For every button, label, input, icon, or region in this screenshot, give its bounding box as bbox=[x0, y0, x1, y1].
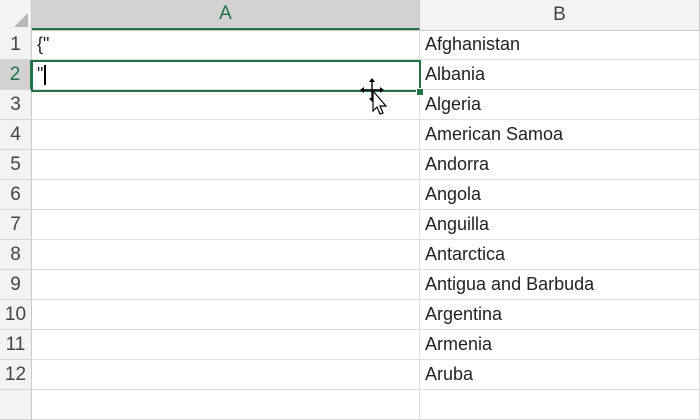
select-all-triangle-icon bbox=[14, 13, 28, 27]
column-header-bar: A B bbox=[0, 0, 700, 31]
cell-a11[interactable] bbox=[32, 330, 420, 360]
fill-handle[interactable] bbox=[416, 88, 424, 96]
row-header-6[interactable]: 6 bbox=[0, 180, 32, 210]
spreadsheet-grid[interactable]: A B 1 {" Afghanistan 2 " Albania 3 Alger… bbox=[0, 0, 700, 420]
cell-a7[interactable] bbox=[32, 210, 420, 240]
cell-b13[interactable] bbox=[420, 390, 700, 420]
row-header-3[interactable]: 3 bbox=[0, 90, 32, 120]
cell-b9[interactable]: Antigua and Barbuda bbox=[420, 270, 700, 300]
cell-b12[interactable]: Aruba bbox=[420, 360, 700, 390]
cell-b1[interactable]: Afghanistan bbox=[420, 30, 700, 60]
cell-a13[interactable] bbox=[32, 390, 420, 420]
cell-a6[interactable] bbox=[32, 180, 420, 210]
cell-a1[interactable]: {" bbox=[32, 30, 420, 60]
cell-b6[interactable]: Angola bbox=[420, 180, 700, 210]
column-header-a[interactable]: A bbox=[32, 0, 420, 30]
cell-a10[interactable] bbox=[32, 300, 420, 330]
row-header-12[interactable]: 12 bbox=[0, 360, 32, 390]
cell-b3[interactable]: Algeria bbox=[420, 90, 700, 120]
row-header-9[interactable]: 9 bbox=[0, 270, 32, 300]
cell-b7[interactable]: Anguilla bbox=[420, 210, 700, 240]
row-header-11[interactable]: 11 bbox=[0, 330, 32, 360]
row-header-8[interactable]: 8 bbox=[0, 240, 32, 270]
row-header-7[interactable]: 7 bbox=[0, 210, 32, 240]
row-header-4[interactable]: 4 bbox=[0, 120, 32, 150]
move-cursor-icon bbox=[360, 78, 388, 115]
cell-a4[interactable] bbox=[32, 120, 420, 150]
row-header-10[interactable]: 10 bbox=[0, 300, 32, 330]
text-caret bbox=[44, 64, 47, 85]
row-header-13-partial[interactable] bbox=[0, 390, 32, 420]
cell-b11[interactable]: Armenia bbox=[420, 330, 700, 360]
cell-b2[interactable]: Albania bbox=[420, 60, 700, 90]
cell-b5[interactable]: Andorra bbox=[420, 150, 700, 180]
row-header-2[interactable]: 2 bbox=[0, 60, 32, 90]
row-header-5[interactable]: 5 bbox=[0, 150, 32, 180]
row-header-1[interactable]: 1 bbox=[0, 30, 32, 60]
cell-a12[interactable] bbox=[32, 360, 420, 390]
cell-a9[interactable] bbox=[32, 270, 420, 300]
cell-b4[interactable]: American Samoa bbox=[420, 120, 700, 150]
cell-b8[interactable]: Antarctica bbox=[420, 240, 700, 270]
cell-a5[interactable] bbox=[32, 150, 420, 180]
cell-a8[interactable] bbox=[32, 240, 420, 270]
column-header-b[interactable]: B bbox=[420, 0, 700, 30]
cell-a2-text: " bbox=[37, 64, 44, 84]
select-all-button[interactable] bbox=[0, 0, 32, 30]
cell-b10[interactable]: Argentina bbox=[420, 300, 700, 330]
